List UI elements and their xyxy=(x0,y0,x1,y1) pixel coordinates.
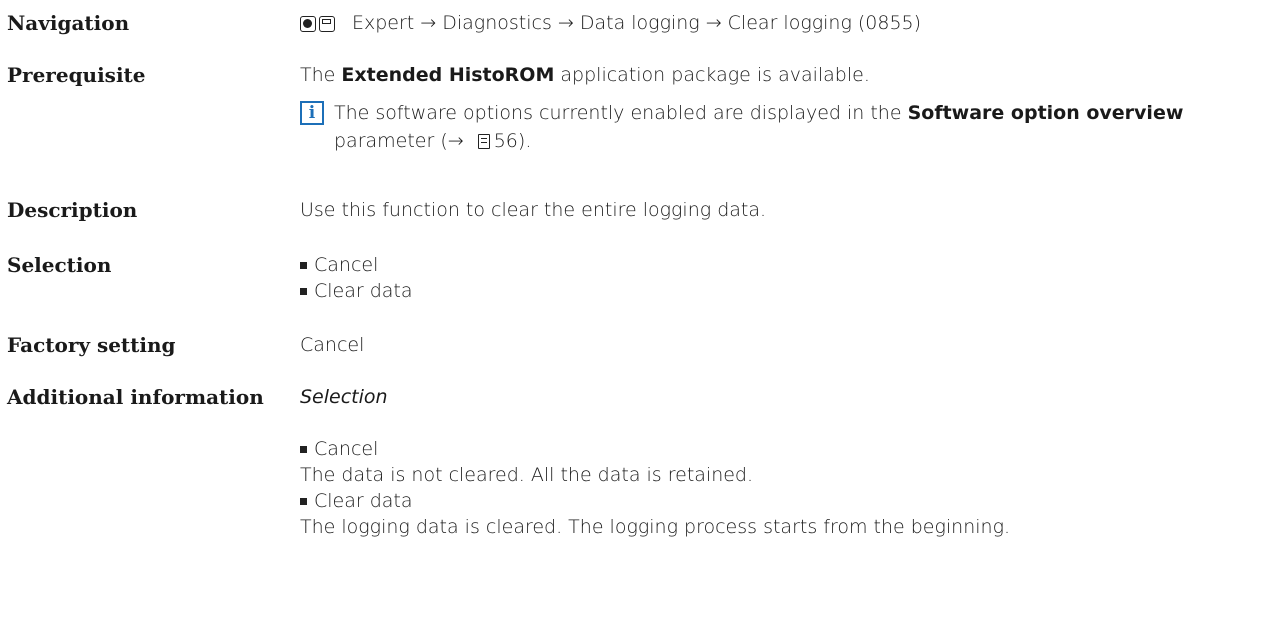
additional-information-list-content: Cancel The data is not cleared. All the … xyxy=(300,436,1288,540)
list-item: Cancel xyxy=(300,252,1288,278)
info-note-end: ). xyxy=(517,130,532,152)
info-note-text: The software options currently enabled a… xyxy=(334,99,1285,155)
navigation-content: Expert → Diagnostics → Data logging → Cl… xyxy=(300,10,1288,39)
prerequisite-text-bold: Extended HistoROM xyxy=(341,64,555,86)
description-text: Use this function to clear the entire lo… xyxy=(300,199,767,221)
factory-setting-value: Cancel xyxy=(300,334,365,356)
display-icon xyxy=(319,16,335,32)
list-item: Cancel The data is not cleared. All the … xyxy=(300,436,1288,488)
list-item-term: Cancel xyxy=(314,438,379,460)
page-reference-link[interactable]: 56 xyxy=(494,130,518,152)
page-reference-icon xyxy=(477,134,490,149)
selection-list: Cancel Clear data xyxy=(300,252,1288,304)
additional-information-heading: Selection xyxy=(300,386,388,408)
navigation-icons xyxy=(300,13,338,39)
selection-content: Cancel Clear data xyxy=(300,252,1288,304)
description-label: Description xyxy=(7,198,138,222)
list-item-term: Clear data xyxy=(314,490,413,512)
operation-icon xyxy=(300,16,316,32)
additional-information-content: Selection xyxy=(300,384,1288,410)
info-note-prefix: The software options currently enabled a… xyxy=(334,102,908,124)
selection-label: Selection xyxy=(7,253,112,277)
factory-setting-label: Factory setting xyxy=(7,333,176,357)
list-item: Clear data xyxy=(300,278,1288,304)
list-item-detail: The data is not cleared. All the data is… xyxy=(300,464,754,486)
list-item-detail: The logging data is cleared. The logging… xyxy=(300,516,1011,538)
additional-information-label: Additional information xyxy=(7,385,264,409)
info-note-bold: Software option overview xyxy=(907,102,1184,124)
navigation-path: Expert → Diagnostics → Data logging → Cl… xyxy=(352,12,922,34)
prerequisite-label: Prerequisite xyxy=(7,63,146,87)
info-icon: i xyxy=(300,101,324,125)
prerequisite-text-suffix: application package is available. xyxy=(554,64,870,86)
navigation-label: Navigation xyxy=(7,11,130,35)
info-note-suffix: parameter (→ xyxy=(334,130,470,152)
prerequisite-text-prefix: The xyxy=(300,64,342,86)
additional-information-list: Cancel The data is not cleared. All the … xyxy=(300,436,1288,540)
list-item: Clear data The logging data is cleared. … xyxy=(300,488,1288,540)
prerequisite-text: The Extended HistoROM application packag… xyxy=(300,62,1288,88)
